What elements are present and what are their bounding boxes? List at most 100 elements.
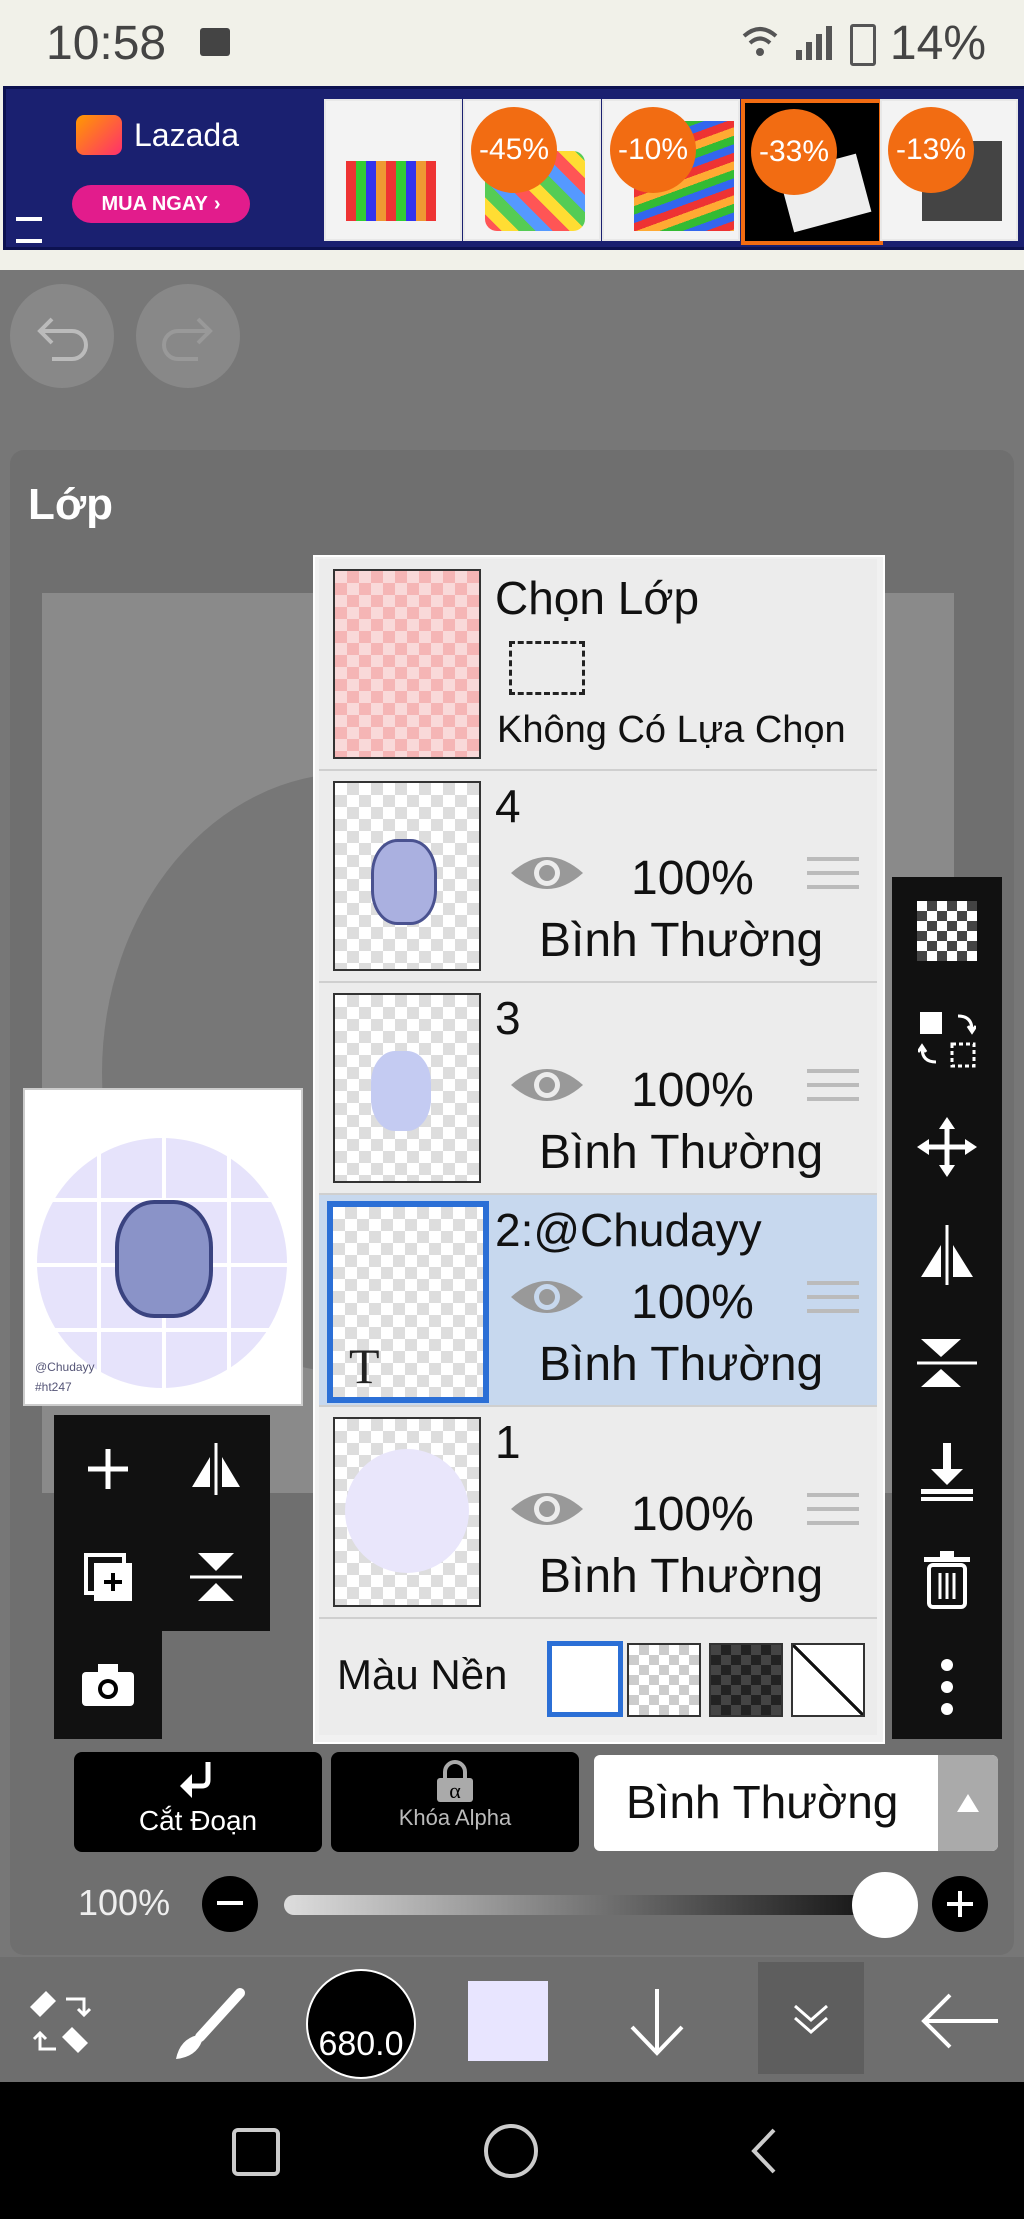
opacity-slider-track[interactable] xyxy=(284,1895,884,1915)
layer-name: 2:@Chudayy xyxy=(495,1204,762,1256)
bg-transparent-option[interactable] xyxy=(627,1643,701,1717)
eye-icon[interactable] xyxy=(509,1275,585,1319)
undo-button[interactable] xyxy=(10,284,114,388)
layer-row-4[interactable]: 4 100% Bình Thường xyxy=(319,771,877,984)
layer-blend-mode: Bình Thường xyxy=(539,1126,824,1179)
ad-product-4[interactable]: -33% xyxy=(741,99,883,245)
background-label: Màu Nền xyxy=(337,1651,508,1698)
clip-arrow-icon xyxy=(180,1762,211,1798)
opacity-slider-thumb[interactable] xyxy=(852,1872,918,1938)
right-toolbar xyxy=(892,877,1002,1739)
brush-tool-icon[interactable] xyxy=(170,1987,246,2063)
system-nav-bar xyxy=(0,2082,1024,2219)
layer-row-1[interactable]: 1 100% Bình Thường xyxy=(319,1407,877,1620)
canvas-preview[interactable]: @Chudayy #ht247 xyxy=(23,1088,303,1406)
checker-button[interactable] xyxy=(892,877,1002,985)
back-button-icon[interactable] xyxy=(748,2126,778,2176)
layer-thumbnail xyxy=(333,781,481,971)
background-row: Màu Nền xyxy=(319,1619,877,1735)
ad-cta-button[interactable]: MUA NGAY › xyxy=(72,185,250,223)
checker-icon xyxy=(917,901,977,961)
layer-opacity: 100% xyxy=(631,1276,754,1329)
layers-button[interactable] xyxy=(758,1962,864,2074)
status-bar: 10:58 14% xyxy=(0,0,1024,86)
plus-icon xyxy=(88,1449,128,1489)
merge-down-button[interactable] xyxy=(892,1417,1002,1525)
ad-product-1[interactable] xyxy=(324,99,462,241)
alpha-lock-label: Khóa Alpha xyxy=(398,1805,512,1830)
panel-title: Lớp xyxy=(28,480,114,529)
blend-dropdown-toggle[interactable] xyxy=(938,1755,998,1851)
plus-icon xyxy=(947,1891,973,1917)
delete-layer-button[interactable] xyxy=(892,1525,1002,1633)
layer-row-2-selected[interactable]: T 2:@Chudayy 100% Bình Thường xyxy=(319,1195,877,1408)
ad-product-5[interactable]: -13% xyxy=(880,99,1018,241)
opacity-decrease-button[interactable] xyxy=(202,1876,258,1932)
arrow-down-icon[interactable] xyxy=(624,1987,690,2057)
flip-vertical-button[interactable] xyxy=(162,1523,270,1631)
flip-vertical-icon xyxy=(917,1339,977,1387)
ad-brand: Lazada xyxy=(134,117,239,153)
more-vertical-icon xyxy=(941,1659,953,1715)
flip-layer-vertical-button[interactable] xyxy=(892,1309,1002,1417)
trash-icon xyxy=(924,1551,970,1609)
redo-icon xyxy=(162,317,213,361)
back-arrow-icon[interactable] xyxy=(920,1991,1000,2051)
minus-icon xyxy=(217,1901,243,1905)
move-button[interactable] xyxy=(892,1093,1002,1201)
pen-set-image xyxy=(346,161,436,221)
bg-white-option[interactable] xyxy=(547,1641,623,1717)
ad-product-3[interactable]: -10% xyxy=(602,99,740,241)
opacity-increase-button[interactable] xyxy=(932,1876,988,1932)
layer-row-3[interactable]: 3 100% Bình Thường xyxy=(319,983,877,1196)
home-button[interactable] xyxy=(484,2124,538,2178)
layer-blend-mode: Bình Thường xyxy=(539,914,824,967)
add-layer-button[interactable] xyxy=(54,1415,162,1523)
ad-product-2[interactable]: -45% xyxy=(463,99,601,241)
layer-thumbnail xyxy=(333,993,481,1183)
layer-tool-palette xyxy=(54,1415,270,1740)
flip-horizontal-button[interactable] xyxy=(162,1415,270,1523)
brush-size-indicator[interactable]: 680.0 xyxy=(306,1969,416,2079)
discount-badge: -13% xyxy=(888,107,974,193)
drag-handle-icon[interactable] xyxy=(807,1281,859,1321)
bottom-toolbar: 680.0 xyxy=(0,1957,1024,2082)
redo-button[interactable] xyxy=(136,284,240,388)
current-color-swatch[interactable] xyxy=(468,1981,548,2061)
undo-icon xyxy=(37,317,88,361)
bg-dark-option[interactable] xyxy=(709,1643,783,1717)
flip-horizontal-icon xyxy=(192,1443,240,1495)
ad-container[interactable]: Lazada MUA NGAY › -45% -10% -33% -13% xyxy=(3,86,1024,250)
battery-icon xyxy=(850,24,876,66)
drag-handle-icon[interactable] xyxy=(807,1493,859,1533)
flip-layer-horizontal-button[interactable] xyxy=(892,1201,1002,1309)
clipping-button[interactable]: Cắt Đoạn xyxy=(74,1752,322,1852)
layer-blend-mode: Bình Thường xyxy=(539,1550,824,1603)
eye-icon[interactable] xyxy=(509,851,585,895)
alpha-lock-button[interactable]: α Khóa Alpha xyxy=(331,1752,579,1852)
blend-mode-select[interactable]: Bình Thường xyxy=(594,1755,998,1851)
selection-layer-row[interactable]: Chọn Lớp Không Có Lựa Chọn xyxy=(319,559,877,772)
opacity-value: 100% xyxy=(78,1882,171,1923)
transform-selection-button[interactable] xyxy=(892,985,1002,1093)
recents-button[interactable] xyxy=(232,2128,280,2176)
layer-thumbnail: T xyxy=(327,1201,489,1403)
top-toolbar xyxy=(0,270,1024,450)
menu-icon[interactable] xyxy=(16,217,42,243)
bg-none-option[interactable] xyxy=(791,1643,865,1717)
duplicate-layer-button[interactable] xyxy=(54,1523,162,1631)
transform-tool-icon[interactable] xyxy=(26,1987,102,2057)
flip-vertical-icon xyxy=(190,1553,242,1601)
ad-banner[interactable]: Lazada MUA NGAY › -45% -10% -33% -13% xyxy=(0,86,1024,270)
signal-icon xyxy=(796,26,832,60)
more-options-button[interactable] xyxy=(892,1633,1002,1741)
merge-down-icon xyxy=(921,1443,973,1501)
layers-chevron-icon xyxy=(794,2004,828,2034)
eye-icon[interactable] xyxy=(509,1487,585,1531)
layer-art xyxy=(371,839,437,925)
camera-button[interactable] xyxy=(54,1631,162,1739)
drag-handle-icon[interactable] xyxy=(807,1069,859,1109)
eye-icon[interactable] xyxy=(509,1063,585,1107)
drag-handle-icon[interactable] xyxy=(807,857,859,897)
discount-badge: -45% xyxy=(471,107,557,193)
